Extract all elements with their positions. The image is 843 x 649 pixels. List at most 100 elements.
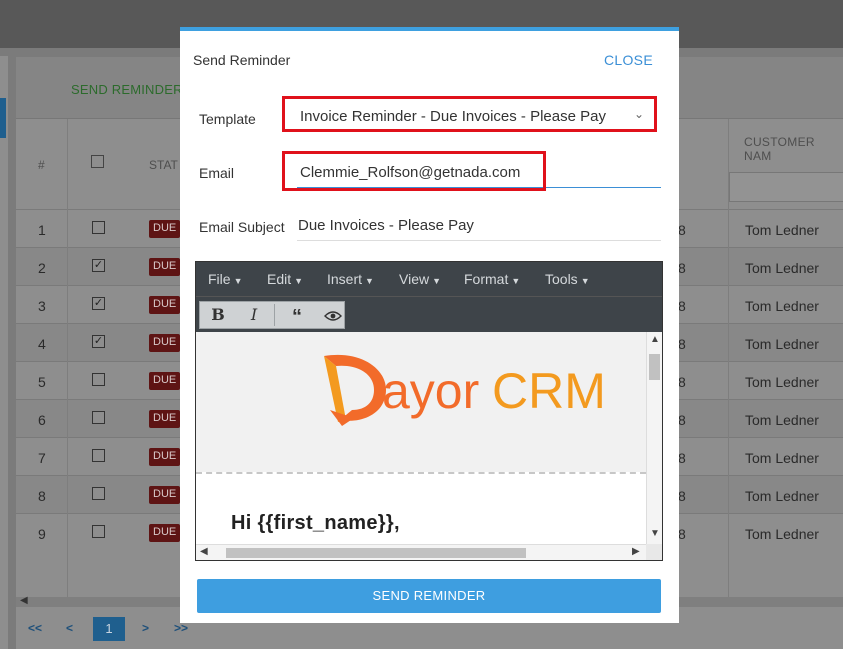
row-date-fragment: 8 bbox=[678, 412, 686, 428]
status-badge: DUE bbox=[149, 372, 181, 390]
scroll-down-icon[interactable]: ▼ bbox=[650, 528, 660, 539]
status-badge: DUE bbox=[149, 486, 181, 504]
vertical-scroll-thumb[interactable] bbox=[649, 354, 660, 380]
menu-tools[interactable]: Tools ▼ bbox=[545, 271, 590, 287]
status-badge: DUE bbox=[149, 296, 181, 314]
email-greeting: Hi {{first_name}}, bbox=[231, 512, 400, 534]
row-number: 5 bbox=[38, 374, 46, 390]
scroll-right-icon[interactable]: ▶ bbox=[632, 546, 640, 557]
column-divider bbox=[728, 119, 729, 597]
last-page-button[interactable]: >> bbox=[174, 621, 188, 635]
menu-format[interactable]: Format ▼ bbox=[464, 271, 520, 287]
row-number: 9 bbox=[38, 526, 46, 542]
row-customer-name[interactable]: Tom Ledner bbox=[745, 526, 819, 542]
payorcrm-logo: ayor CRM bbox=[324, 354, 606, 426]
row-checkbox[interactable]: ✓ bbox=[92, 335, 105, 348]
scrollbar-corner bbox=[646, 544, 662, 560]
logo-text-crm: CRM bbox=[492, 363, 606, 419]
italic-button[interactable]: I bbox=[236, 302, 272, 328]
row-date-fragment: 8 bbox=[678, 374, 686, 390]
scroll-left-icon[interactable]: ◀ bbox=[200, 546, 208, 557]
column-header-customer[interactable]: CUSTOMER NAM bbox=[744, 135, 843, 163]
select-all-checkbox[interactable] bbox=[91, 155, 104, 168]
status-badge: DUE bbox=[149, 220, 181, 238]
template-selected-value: Invoice Reminder - Due Invoices - Please… bbox=[300, 108, 606, 125]
column-header-status[interactable]: STAT bbox=[149, 158, 178, 172]
row-checkbox[interactable] bbox=[92, 449, 105, 462]
row-checkbox[interactable] bbox=[92, 221, 105, 234]
email-field[interactable]: Clemmie_Rolfson@getnada.com bbox=[282, 151, 546, 191]
row-number: 1 bbox=[38, 222, 46, 238]
row-number: 7 bbox=[38, 450, 46, 466]
row-checkbox[interactable] bbox=[92, 373, 105, 386]
status-badge: DUE bbox=[149, 334, 181, 352]
row-date-fragment: 8 bbox=[678, 450, 686, 466]
row-checkbox[interactable] bbox=[92, 487, 105, 500]
row-checkbox[interactable]: ✓ bbox=[92, 297, 105, 310]
page-1-button[interactable]: 1 bbox=[93, 617, 125, 641]
status-badge: DUE bbox=[149, 448, 181, 466]
status-badge: DUE bbox=[149, 258, 181, 276]
column-header-number: # bbox=[38, 158, 45, 172]
editor-toolbar: B I “ bbox=[196, 296, 662, 332]
row-checkbox[interactable] bbox=[92, 411, 105, 424]
banner-divider bbox=[196, 472, 646, 476]
send-reminder-button[interactable]: SEND REMINDER bbox=[197, 579, 661, 613]
scroll-up-icon[interactable]: ▲ bbox=[650, 334, 660, 345]
row-date-fragment: 8 bbox=[678, 526, 686, 542]
format-button-group: B I “ bbox=[199, 301, 345, 329]
logo-banner: ayor CRM bbox=[196, 332, 646, 472]
close-button[interactable]: CLOSE bbox=[604, 52, 653, 68]
email-subject-label: Email Subject bbox=[199, 219, 285, 235]
chevron-down-icon: ⌄ bbox=[633, 107, 644, 121]
status-badge: DUE bbox=[149, 524, 181, 542]
logo-text-ayor: ayor bbox=[382, 363, 479, 419]
row-customer-name[interactable]: Tom Ledner bbox=[745, 374, 819, 390]
row-number: 3 bbox=[38, 298, 46, 314]
editor-vertical-scrollbar[interactable]: ▲ ▼ bbox=[646, 332, 662, 544]
row-customer-name[interactable]: Tom Ledner bbox=[745, 298, 819, 314]
template-label: Template bbox=[199, 111, 256, 127]
menu-file[interactable]: File ▼ bbox=[208, 271, 242, 287]
template-select[interactable]: Invoice Reminder - Due Invoices - Please… bbox=[282, 96, 657, 132]
row-date-fragment: 8 bbox=[678, 298, 686, 314]
row-number: 2 bbox=[38, 260, 46, 276]
editor-horizontal-scrollbar[interactable]: ◀ ▶ bbox=[196, 544, 646, 560]
send-reminder-modal: Send Reminder CLOSE Template Invoice Rem… bbox=[180, 27, 679, 623]
editor-menubar: File ▼ Edit ▼ Insert ▼ View ▼ Format ▼ Tools ▼ bbox=[196, 262, 662, 296]
eye-icon bbox=[324, 311, 342, 321]
row-checkbox[interactable] bbox=[92, 525, 105, 538]
preview-button[interactable] bbox=[315, 302, 351, 328]
row-number: 6 bbox=[38, 412, 46, 428]
status-badge: DUE bbox=[149, 410, 181, 428]
bold-button[interactable]: B bbox=[200, 302, 236, 328]
row-checkbox[interactable]: ✓ bbox=[92, 259, 105, 272]
row-customer-name[interactable]: Tom Ledner bbox=[745, 488, 819, 504]
next-page-button[interactable]: > bbox=[142, 621, 149, 635]
left-sidebar-edge bbox=[0, 56, 8, 649]
customer-filter-input[interactable] bbox=[729, 172, 843, 202]
row-customer-name[interactable]: Tom Ledner bbox=[745, 260, 819, 276]
menu-view[interactable]: View ▼ bbox=[399, 271, 441, 287]
row-customer-name[interactable]: Tom Ledner bbox=[745, 450, 819, 466]
menu-edit[interactable]: Edit ▼ bbox=[267, 271, 303, 287]
row-customer-name[interactable]: Tom Ledner bbox=[745, 336, 819, 352]
left-sidebar-active-marker bbox=[0, 98, 6, 138]
scroll-left-icon[interactable]: ◀ bbox=[20, 595, 28, 606]
toolbar-divider bbox=[274, 304, 275, 326]
horizontal-scroll-thumb[interactable] bbox=[226, 548, 526, 558]
row-date-fragment: 8 bbox=[678, 260, 686, 276]
row-customer-name[interactable]: Tom Ledner bbox=[745, 222, 819, 238]
editor-content[interactable]: ayor CRM Hi {{first_name}}, ▲ ▼ ◀ ▶ bbox=[196, 332, 662, 560]
row-customer-name[interactable]: Tom Ledner bbox=[745, 412, 819, 428]
blockquote-button[interactable]: “ bbox=[279, 302, 315, 328]
send-reminder-link[interactable]: SEND REMINDER bbox=[71, 82, 183, 97]
rich-text-editor: File ▼ Edit ▼ Insert ▼ View ▼ Format ▼ Tools ▼… bbox=[195, 261, 663, 561]
row-date-fragment: 8 bbox=[678, 336, 686, 352]
row-date-fragment: 8 bbox=[678, 222, 686, 238]
first-page-button[interactable]: << bbox=[28, 621, 42, 635]
menu-insert[interactable]: Insert ▼ bbox=[327, 271, 374, 287]
prev-page-button[interactable]: < bbox=[66, 621, 73, 635]
modal-title: Send Reminder bbox=[193, 52, 291, 68]
email-subject-field[interactable]: Due Invoices - Please Pay bbox=[298, 217, 474, 234]
